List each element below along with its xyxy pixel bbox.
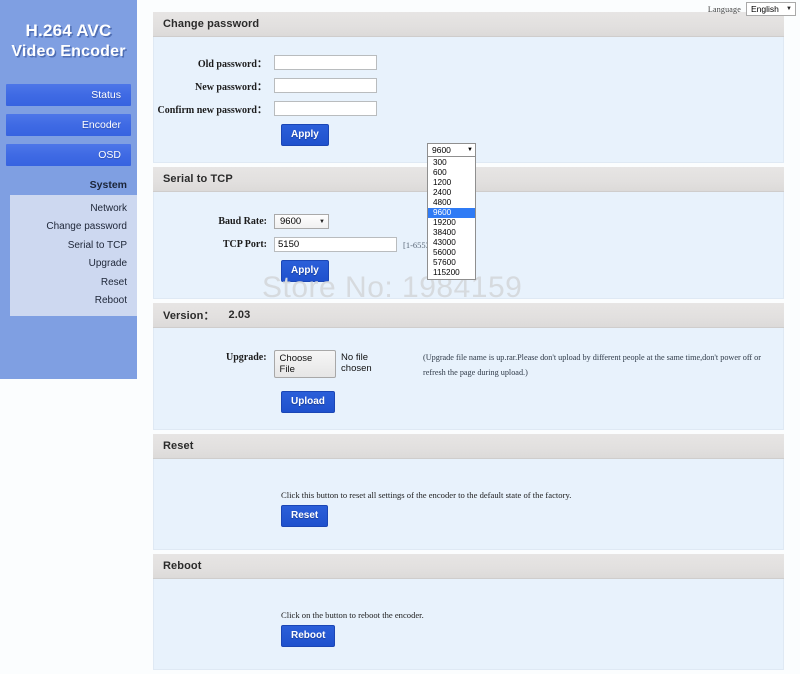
language-bar: Language English ▼ [708, 1, 796, 17]
tcp-port-input[interactable]: 5150 [274, 237, 397, 252]
baud-rate-option[interactable]: 19200 [428, 218, 475, 228]
sidebar-item-serial-to-tcp[interactable]: Serial to TCP [10, 236, 137, 255]
sidebar-subitem-label: Upgrade [88, 258, 127, 270]
change-password-apply-button[interactable]: Apply [281, 124, 329, 146]
sidebar-item-label: Encoder [81, 119, 121, 131]
baud-rate-option[interactable]: 43000 [428, 238, 475, 248]
confirm-password-input[interactable] [274, 101, 377, 116]
reboot-title: Reboot [153, 554, 784, 579]
upgrade-note: (Upgrade file name is up.rar.Please don'… [423, 350, 783, 380]
reboot-description: Click on the button to reboot the encode… [281, 610, 424, 620]
upgrade-body: Upgrade: Choose File No file chosen (Upg… [153, 328, 784, 430]
baud-rate-option[interactable]: 57600 [428, 258, 475, 268]
logo-line-2: Video Encoder [11, 43, 126, 60]
version-title-row: Version： 2.03 [153, 303, 784, 328]
version-number: 2.03 [228, 309, 251, 321]
baud-rate-option[interactable]: 115200 [428, 268, 475, 278]
confirm-password-row: Confirm new password： [154, 101, 783, 116]
chevron-down-icon: ▼ [786, 6, 792, 12]
sidebar-item-osd[interactable]: OSD [6, 144, 131, 166]
new-password-row: New password： [154, 78, 783, 93]
sidebar-item-reboot[interactable]: Reboot [10, 292, 137, 311]
chevron-down-icon: ▼ [467, 147, 473, 153]
reboot-button[interactable]: Reboot [281, 625, 336, 647]
serial-apply-button[interactable]: Apply [281, 260, 329, 282]
reset-description: Click this button to reset all settings … [281, 490, 572, 500]
reboot-button-wrap: Reboot [154, 625, 783, 647]
baud-rate-option-list: 300 600 1200 2400 4800 9600 19200 38400 43000 560… [427, 157, 476, 280]
change-password-panel: Change password Old password： New passwo… [153, 12, 784, 163]
baud-rate-dropdown-head[interactable]: 9600 ▼ [427, 143, 476, 157]
baud-rate-option[interactable]: 4800 [428, 198, 475, 208]
baud-rate-option[interactable]: 2400 [428, 188, 475, 198]
upload-wrap: Upload [154, 391, 783, 413]
sidebar-submenu: Network Change password Serial to TCP Up… [10, 195, 137, 316]
baud-rate-option[interactable]: 600 [428, 168, 475, 178]
baud-rate-dropdown-value: 9600 [432, 145, 451, 155]
sidebar-item-upgrade[interactable]: Upgrade [10, 255, 137, 274]
sidebar-item-label: Status [91, 89, 121, 101]
sidebar-subitem-label: Reset [100, 276, 127, 288]
reset-body: Click this button to reset all settings … [153, 459, 784, 550]
language-select[interactable]: English ▼ [746, 2, 796, 16]
reset-panel: Reset Click this button to reset all set… [153, 434, 784, 550]
confirm-password-label: Confirm new password： [157, 105, 267, 116]
baud-rate-dropdown-open[interactable]: 9600 ▼ 300 600 1200 2400 4800 9600 19200 38400 4… [427, 143, 476, 280]
language-label: Language [707, 4, 741, 14]
new-password-label: New password： [195, 82, 267, 93]
sidebar-item-network[interactable]: Network [10, 199, 137, 218]
version-title: Version： [163, 310, 215, 322]
upgrade-note-line-2: refresh the page during upload.) [423, 368, 528, 377]
upgrade-row: Upgrade: Choose File No file chosen (Upg… [154, 350, 783, 380]
main-content: Change password Old password： New passwo… [153, 12, 784, 674]
chevron-down-icon: ▼ [319, 218, 325, 225]
sidebar-subitem-label: Serial to TCP [67, 239, 127, 251]
logo-line-1: H.264 AVC [25, 21, 112, 40]
upgrade-note-line-1: (Upgrade file name is up.rar.Please don'… [423, 353, 762, 362]
baud-rate-option[interactable]: 9600 [428, 208, 475, 218]
upgrade-label: Upgrade: [225, 352, 267, 363]
sidebar-subitem-label: Network [90, 202, 127, 214]
reboot-panel: Reboot Click on the button to reboot the… [153, 554, 784, 670]
app-logo: H.264 AVC Video Encoder [0, 0, 137, 62]
sidebar-nav: Status Encoder OSD System Network Change… [0, 84, 137, 316]
choose-file-button[interactable]: Choose File [273, 350, 337, 378]
old-password-row: Old password： [154, 55, 783, 70]
sidebar-subitem-label: Change password [46, 221, 127, 233]
baud-rate-select[interactable]: 9600 ▼ [274, 214, 329, 229]
no-file-chosen-label: No file chosen [341, 352, 372, 374]
baud-rate-value: 9600 [280, 216, 302, 227]
sidebar-item-label: System [89, 178, 127, 191]
sidebar-item-system[interactable]: System [0, 174, 137, 195]
baud-rate-label: Baud Rate: [218, 216, 267, 227]
upload-button[interactable]: Upload [281, 391, 335, 413]
reset-title: Reset [153, 434, 784, 459]
reboot-body: Click on the button to reboot the encode… [153, 579, 784, 670]
version-panel: Version： 2.03 Upgrade: Choose File No fi… [153, 303, 784, 430]
language-select-value: English [751, 4, 779, 14]
baud-rate-option[interactable]: 38400 [428, 228, 475, 238]
sidebar-item-status[interactable]: Status [6, 84, 131, 106]
new-password-input[interactable] [274, 78, 377, 93]
old-password-label: Old password： [197, 59, 267, 70]
baud-rate-option[interactable]: 1200 [428, 178, 475, 188]
baud-rate-option[interactable]: 300 [428, 158, 475, 168]
change-password-title: Change password [153, 12, 784, 37]
sidebar-item-reset[interactable]: Reset [10, 273, 137, 292]
sidebar-subitem-label: Reboot [94, 295, 127, 307]
reset-button-wrap: Reset [154, 505, 783, 527]
tcp-port-label: TCP Port: [222, 239, 267, 250]
reset-button[interactable]: Reset [281, 505, 329, 527]
sidebar-item-change-password[interactable]: Change password [10, 218, 137, 237]
sidebar-item-encoder[interactable]: Encoder [6, 114, 131, 136]
baud-rate-option[interactable]: 56000 [428, 248, 475, 258]
sidebar: H.264 AVC Video Encoder Status Encoder O… [0, 0, 137, 379]
old-password-input[interactable] [274, 55, 377, 70]
sidebar-item-label: OSD [98, 149, 121, 161]
